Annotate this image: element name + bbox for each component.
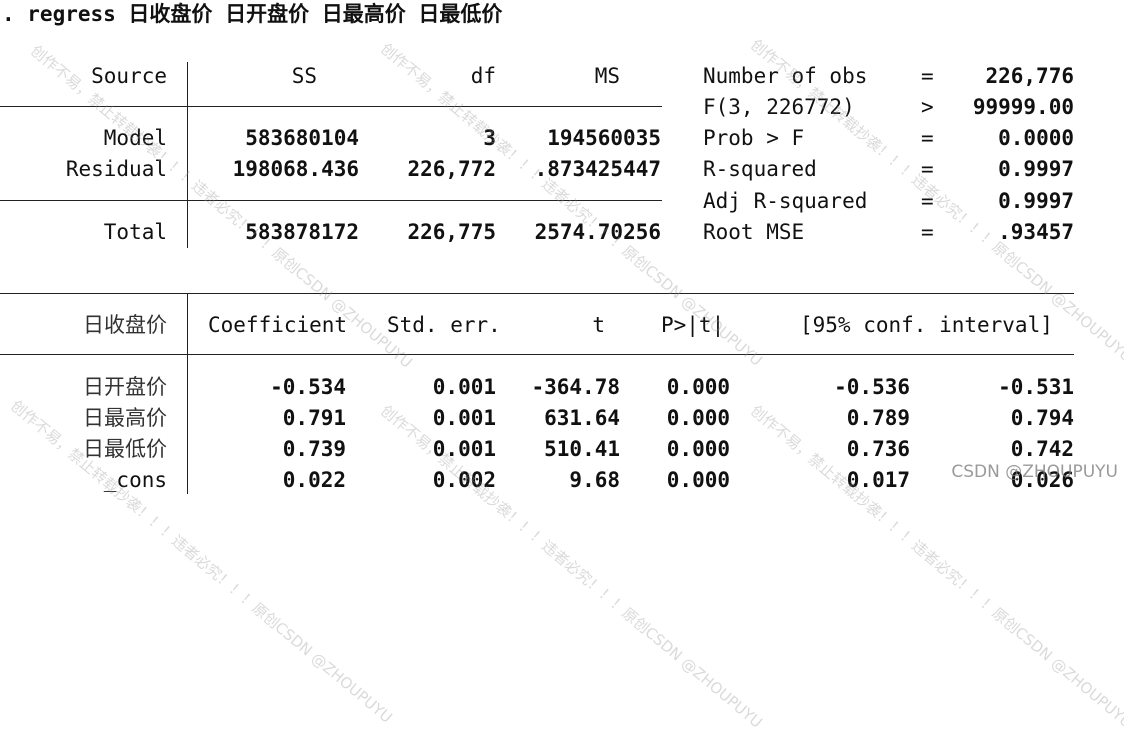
stat-label-adjr2: Adj R-squared [703, 189, 868, 213]
stat-value-f: 99999.00 [972, 95, 1074, 119]
coef-top-rule [0, 293, 1074, 294]
coef-value-cons: 0.022 [282, 468, 346, 492]
coef-hi-open: -0.531 [998, 375, 1074, 399]
stat-op-f: > [921, 95, 934, 119]
stat-label-nobs: Number of obs [703, 64, 868, 88]
coef-var-low: 日最低价 [83, 437, 167, 461]
coef-value-open: -0.534 [270, 375, 346, 399]
stat-label-r2: R-squared [703, 157, 817, 181]
stat-value-probf: 0.0000 [998, 126, 1074, 150]
coef-var-open: 日开盘价 [83, 375, 167, 399]
stat-value-rmse: .93457 [998, 220, 1074, 244]
coef-hi-low: 0.742 [1010, 437, 1074, 461]
coef-var-cons: _cons [103, 468, 167, 492]
coef-header-ci: [95% conf. interval] [800, 313, 1053, 337]
anova-source-model: Model [103, 126, 167, 150]
anova-source-total: Total [103, 220, 167, 244]
coef-header-stderr: Std. err. [387, 313, 501, 337]
stat-label-rmse: Root MSE [703, 220, 805, 244]
coef-header-t: t [592, 313, 605, 337]
coef-value-high: 0.791 [282, 406, 346, 430]
stat-op-adjr2: = [921, 189, 934, 213]
stat-op-probf: = [921, 126, 934, 150]
anova-header-df: df [470, 64, 496, 88]
anova-ss-model: 583680104 [245, 126, 359, 150]
stat-value-nobs: 226,776 [985, 64, 1074, 88]
coef-header-rule [0, 354, 1074, 355]
coef-t-open: -364.78 [531, 375, 620, 399]
stat-op-r2: = [921, 157, 934, 181]
coef-p-cons: 0.000 [666, 468, 730, 492]
stat-op-nobs: = [921, 64, 934, 88]
anova-header-source: Source [91, 64, 167, 88]
coef-lo-low: 0.736 [846, 437, 910, 461]
stat-label-f: F(3, 226772) [703, 95, 855, 119]
anova-header-rule [0, 106, 662, 107]
coef-header-p: P>|t| [661, 313, 725, 337]
coef-se-low: 0.001 [432, 437, 496, 461]
coef-hi-high: 0.794 [1010, 406, 1074, 430]
anova-total-rule [0, 200, 662, 201]
stat-value-adjr2: 0.9997 [998, 189, 1074, 213]
coef-p-high: 0.000 [666, 406, 730, 430]
coef-header-coefficient: Coefficient [208, 313, 348, 337]
coef-se-open: 0.001 [432, 375, 496, 399]
anova-ms-model: 194560035 [547, 126, 661, 150]
stat-op-rmse: = [921, 220, 934, 244]
coef-p-open: 0.000 [666, 375, 730, 399]
coef-se-high: 0.001 [432, 406, 496, 430]
csdn-brand: CSDN @ZHOUPUYU [951, 462, 1118, 482]
anova-ms-residual: .873425447 [534, 157, 661, 181]
coef-t-low: 510.41 [544, 437, 620, 461]
coef-lo-open: -0.536 [834, 375, 910, 399]
anova-header-ms: MS [594, 64, 620, 88]
coef-lo-high: 0.789 [846, 406, 910, 430]
coef-t-cons: 9.68 [569, 468, 620, 492]
anova-ms-total: 2574.70256 [534, 220, 661, 244]
coef-se-cons: 0.002 [432, 468, 496, 492]
anova-df-residual: 226,772 [407, 157, 496, 181]
anova-header-ss: SS [291, 64, 317, 88]
coef-value-low: 0.739 [282, 437, 346, 461]
anova-ss-total: 583878172 [245, 220, 359, 244]
regress-command: . regress 日收盘价 日开盘价 日最高价 日最低价 [2, 2, 503, 26]
coef-lo-cons: 0.017 [846, 468, 910, 492]
anova-df-total: 226,775 [407, 220, 496, 244]
stat-value-r2: 0.9997 [998, 157, 1074, 181]
stat-label-probf: Prob > F [703, 126, 805, 150]
coef-var-high: 日最高价 [83, 406, 167, 430]
anova-ss-residual: 198068.436 [232, 157, 359, 181]
anova-df-model: 3 [483, 126, 496, 150]
coef-p-low: 0.000 [666, 437, 730, 461]
coef-depvar: 日收盘价 [83, 313, 167, 337]
coef-t-high: 631.64 [544, 406, 620, 430]
anova-source-residual: Residual [65, 157, 167, 181]
